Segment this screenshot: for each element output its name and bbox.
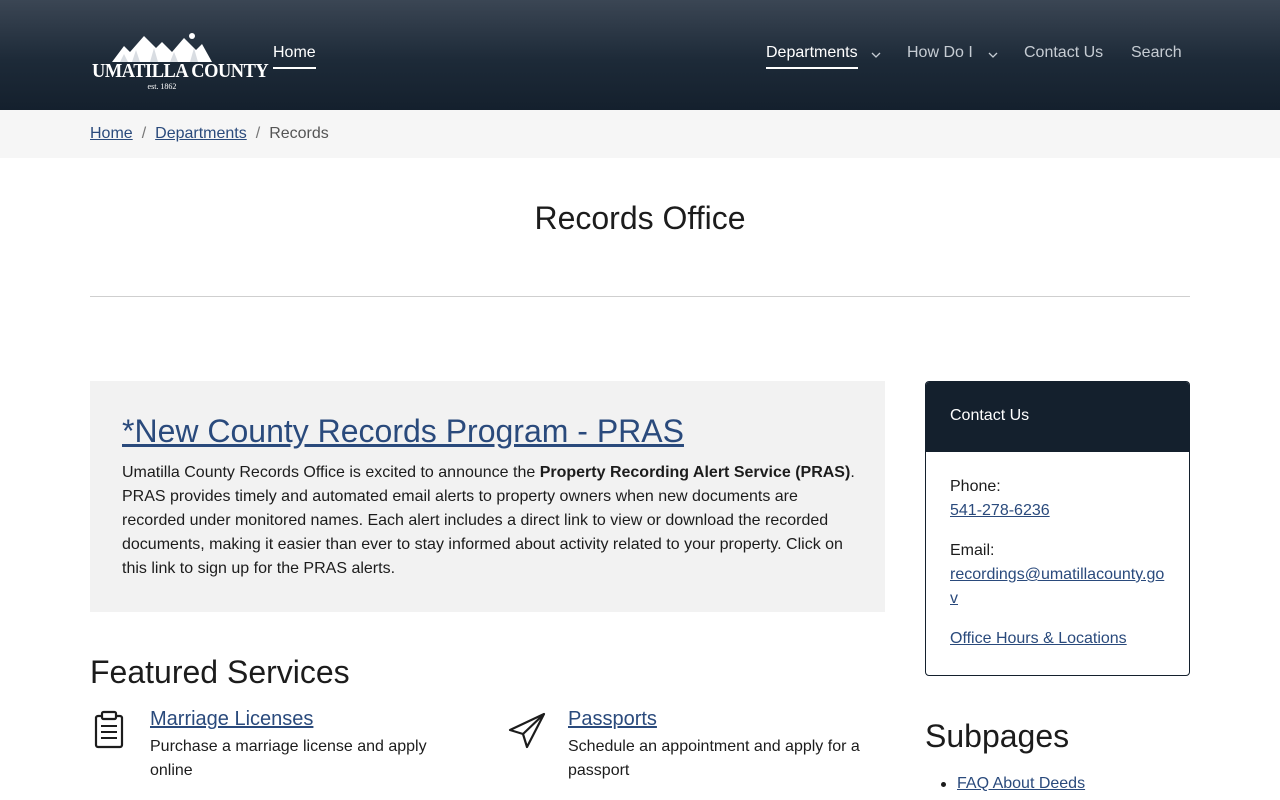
county-logo[interactable]: UMATILLA COUNTY est. 1862 [92,32,269,92]
email-link[interactable]: recordings@umatillacounty.gov [950,563,1170,611]
list-item: FAQ About Deeds [940,772,1085,796]
title-divider [90,296,1190,297]
nav-departments[interactable]: Departments [766,44,858,69]
breadcrumb-departments[interactable]: Departments [155,125,247,142]
chevron-down-icon[interactable] [988,51,998,59]
featured-services-title: Featured Services [90,654,350,690]
contact-card-title: Contact Us [950,407,1030,424]
email-label: Email: [950,542,995,559]
phone-link[interactable]: 541-278-6236 [950,499,1050,523]
subpage-faq-deeds-link[interactable]: FAQ About Deeds [957,775,1085,792]
announcement-title-link[interactable]: *New County Records Program - PRAS [122,413,684,450]
clipboard-icon [94,710,124,749]
marriage-licenses-link[interactable]: Marriage Licenses [150,708,313,731]
breadcrumb-separator: / [255,125,261,142]
logo-established: est. 1862 [147,82,177,91]
announcement-body: Umatilla County Records Office is excite… [122,461,862,581]
contact-card: Contact Us Phone: 541-278-6236 Email: re… [925,381,1190,676]
announcement-panel: *New County Records Program - PRAS Umati… [90,381,885,612]
passports-description: Schedule an appointment and apply for a … [568,738,860,779]
subpages-list: FAQ About Deeds [940,772,1085,796]
page-title: Records Office [534,200,746,236]
logo-text: UMATILLA COUNTY [92,60,269,82]
subpages-title: Subpages [925,718,1070,754]
breadcrumb-current: Records [269,125,329,142]
breadcrumb-bar: Home / Departments / Records [0,110,1280,158]
site-header: UMATILLA COUNTY est. 1862 Home Departmen… [0,0,1280,110]
nav-contact-us[interactable]: Contact Us [1024,44,1103,62]
passports-link[interactable]: Passports [568,708,657,731]
contact-card-header: Contact Us [926,382,1189,452]
office-hours-link[interactable]: Office Hours & Locations [950,627,1127,651]
chevron-down-icon[interactable] [871,51,881,59]
breadcrumb-home[interactable]: Home [90,125,133,142]
mountain-trees-icon [112,33,212,62]
announcement-text: Umatilla County Records Office is excite… [122,464,540,481]
nav-search[interactable]: Search [1131,44,1182,62]
announcement-bold: Property Recording Alert Service (PRAS) [539,464,851,481]
phone-label: Phone: [950,478,1001,495]
paper-plane-icon [508,712,546,749]
nav-how-do-i[interactable]: How Do I [907,44,973,62]
marriage-licenses-description: Purchase a marriage license and apply on… [150,738,427,779]
nav-home[interactable]: Home [273,44,316,69]
breadcrumb-separator: / [141,125,147,142]
breadcrumb: Home / Departments / Records [90,125,329,143]
